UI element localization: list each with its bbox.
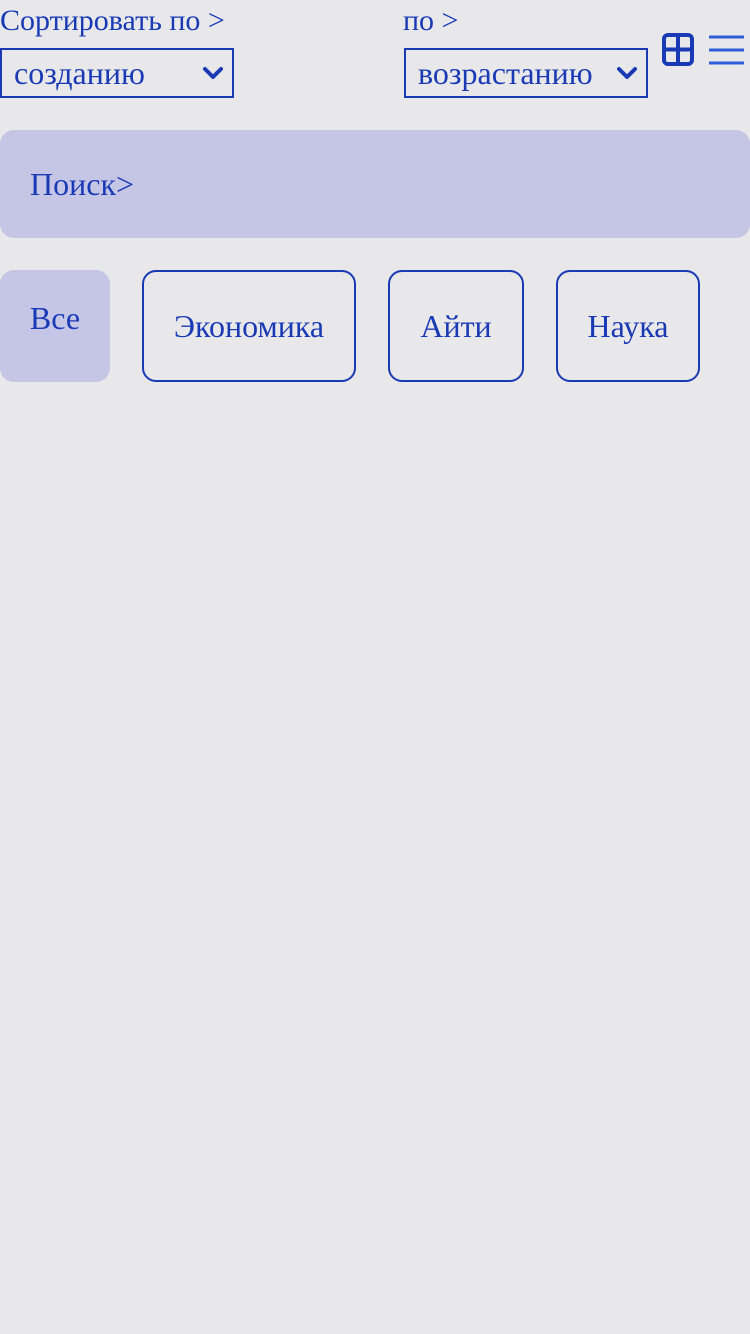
category-chip-it[interactable]: Айти — [388, 270, 524, 382]
sort-by-label: Сортировать по > — [0, 4, 225, 37]
category-chip-label: Наука — [587, 307, 669, 344]
grid-icon — [662, 33, 694, 66]
chevron-down-icon — [617, 67, 637, 79]
category-chip-label: Айти — [420, 307, 492, 344]
category-chip-all[interactable]: Все — [0, 270, 110, 382]
category-chip-economics[interactable]: Экономика — [142, 270, 356, 382]
sort-order-value: возрастанию — [418, 54, 593, 91]
search-bar[interactable]: Поиск> — [0, 130, 750, 238]
search-label: Поиск> — [30, 165, 135, 202]
chevron-down-icon — [203, 67, 223, 79]
sort-field-value: созданию — [14, 54, 145, 91]
sort-field-select[interactable]: созданию — [0, 48, 234, 98]
grid-view-button[interactable] — [662, 33, 694, 66]
category-chip-label: Экономика — [173, 307, 325, 344]
sort-order-label: по > — [403, 4, 459, 37]
menu-button[interactable] — [708, 34, 745, 66]
category-chip-science[interactable]: Наука — [556, 270, 700, 382]
sort-order-select[interactable]: возрастанию — [404, 48, 648, 98]
hamburger-menu-icon — [708, 35, 745, 65]
category-chip-label: Все — [29, 300, 81, 336]
